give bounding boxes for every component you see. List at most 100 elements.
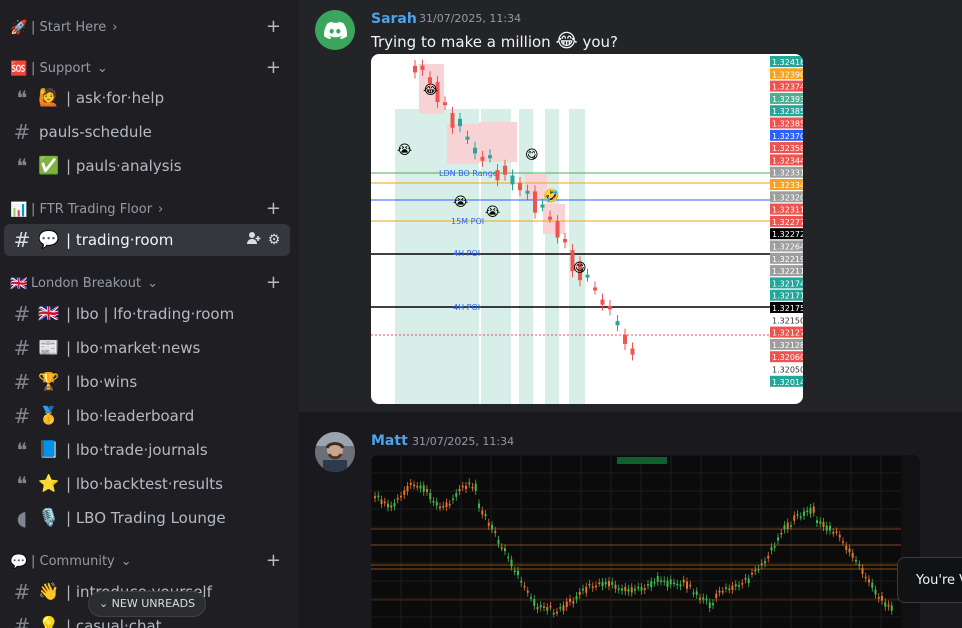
price-tag-label: 1.32320 (772, 193, 803, 202)
candle-body (767, 555, 770, 559)
channel-emoji-icon: 🥇 (38, 406, 60, 426)
candle-body (533, 191, 537, 213)
candle-body (556, 611, 558, 614)
candle-body (757, 568, 760, 571)
channel-item[interactable]: # 🥇 | lbo·leaderboard (4, 400, 290, 432)
channel-item[interactable]: ❝ 📘 | lbo·trade·journals (4, 434, 290, 466)
chevron-down-icon: ⌄ (98, 597, 109, 610)
toast-text: You're V (916, 573, 962, 588)
price-tag-label: 1.32174 (772, 279, 803, 288)
candle-body (604, 581, 607, 585)
candle-body (429, 492, 432, 500)
candle-body (419, 485, 422, 489)
add-channel-button[interactable]: + (266, 57, 281, 79)
price-tag-label: 1.32374 (772, 83, 803, 92)
category-2[interactable]: 📊 | FTR Trading Floor › + (0, 196, 299, 224)
message-author[interactable]: Matt (371, 432, 408, 450)
forum-icon: ❝ (16, 472, 28, 496)
channel-name: | lbo | lfo·trading·room (66, 305, 235, 323)
candle-body (526, 590, 529, 593)
candle-body (799, 516, 802, 518)
price-tag-label: 1.32334 (772, 181, 803, 190)
category-1[interactable]: 🆘 | Support ⌄ + (0, 55, 299, 83)
price-tag-label: 1.32385 (772, 120, 803, 129)
channel-item[interactable]: # 🇬🇧 | lbo | lfo·trading·room (4, 298, 290, 330)
gear-icon[interactable]: ⚙ (264, 230, 284, 250)
category-0[interactable]: 🚀 | Start Here › + (0, 14, 299, 42)
candle-body (630, 587, 633, 593)
category-label-text: | Start Here (31, 20, 107, 35)
add-channel-button[interactable]: + (266, 550, 281, 572)
dark-chart-attachment[interactable] (371, 455, 920, 628)
category-3[interactable]: 🇬🇧 London Breakout ⌄ + (0, 270, 299, 298)
candle-body (445, 502, 448, 508)
add-channel-button[interactable]: + (266, 198, 281, 220)
candle-body (495, 170, 500, 181)
channel-item[interactable]: # 💬 | trading·room ⚙ (4, 224, 290, 256)
price-tag-label: 1.32277 (772, 218, 803, 227)
channel-item[interactable]: # 🏆 | lbo·wins (4, 366, 290, 398)
candle-body (406, 486, 409, 492)
candle-body (525, 190, 530, 194)
avatar[interactable] (315, 432, 355, 472)
discord-logo-icon (324, 21, 348, 40)
hashtag-icon: # (13, 370, 31, 394)
forum-icon: ❝ (16, 154, 28, 178)
channel-item[interactable]: # pauls-schedule (4, 116, 290, 148)
message-timestamp: 31/07/2025, 11:34 (412, 435, 515, 448)
channel-emoji-icon: 🏆 (38, 372, 60, 392)
candle-body (608, 305, 612, 310)
category-label: London Breakout ⌄ (31, 275, 158, 293)
candle-body (507, 556, 510, 559)
candle-body (409, 482, 412, 486)
candle-body (403, 490, 406, 495)
chart-level-label: 4H POI (453, 303, 480, 312)
category-label: | Support ⌄ (31, 60, 108, 78)
candle-body (686, 581, 688, 589)
candle-body (669, 579, 672, 585)
price-tag-label: 1.32175 (772, 304, 803, 313)
candle-body (488, 155, 492, 159)
candle-body (413, 484, 415, 487)
candle-body (806, 510, 809, 513)
category-label: | FTR Trading Floor › (31, 201, 163, 219)
channel-item[interactable]: # 📰 | lbo·market·news (4, 332, 290, 364)
add-member-icon[interactable] (244, 230, 264, 250)
candle-body (426, 489, 428, 492)
add-channel-button[interactable]: + (266, 16, 281, 38)
candle-body (819, 521, 822, 524)
candle-body (474, 483, 477, 491)
channel-item[interactable]: ❝ ✅ | pauls·analysis (4, 150, 290, 182)
candle-body (530, 597, 532, 599)
hashtag-icon: # (13, 302, 31, 326)
candle-body (614, 584, 617, 589)
candle-body (548, 216, 552, 220)
candle-body (864, 576, 867, 579)
channel-item[interactable]: ◖ 🎙️ | LBO Trading Lounge (4, 502, 290, 534)
add-channel-button[interactable]: + (266, 272, 281, 294)
category-4[interactable]: 💬 | Community ⌄ + (0, 548, 299, 576)
price-tag-label: 1.32171 (772, 292, 803, 301)
candle-body (637, 586, 640, 589)
candle-body (491, 525, 493, 530)
channel-item[interactable]: ❝ 🙋 | ask·for·help (4, 82, 290, 114)
candle-body (413, 65, 417, 73)
candlestick-chart (371, 455, 920, 628)
channel-item[interactable]: ❝ ⭐ | lbo·backtest·results (4, 468, 290, 500)
avatar[interactable] (315, 10, 355, 50)
candle-body (816, 520, 818, 524)
candle-body (600, 299, 605, 305)
candle-body (721, 591, 724, 593)
candle-body (549, 605, 552, 608)
candle-body (380, 499, 383, 504)
chart-screenshot-attachment[interactable]: LDN BO Range 15M POI 4H POI 4H POI 😭 😂 😭 😭 😋 🤣 😋 1.… (371, 54, 803, 404)
channel-name: | ask·for·help (66, 89, 165, 107)
chart-emoji-icon: 😋 (573, 261, 587, 276)
candle-body (796, 514, 799, 516)
new-unreads-label: NEW UNREADS (111, 597, 196, 610)
message-author[interactable]: Sarah (371, 10, 417, 28)
chevron-icon: ⌄ (147, 276, 158, 291)
price-tag-label: 1.32344 (772, 156, 803, 165)
new-unreads-button[interactable]: ⌄ NEW UNREADS (88, 591, 206, 617)
price-tag-label: 1.32211 (772, 267, 803, 276)
